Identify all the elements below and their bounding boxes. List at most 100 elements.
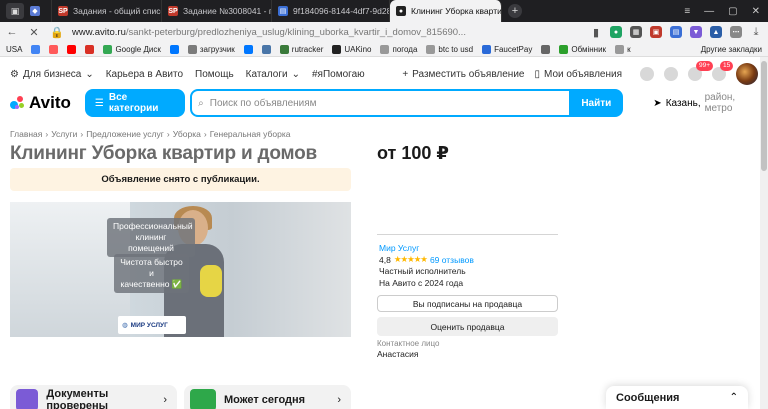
reviews-link[interactable]: 69 отзывов [430, 255, 474, 265]
stop-icon[interactable]: ✕ [28, 26, 40, 39]
cart-icon[interactable]: 15 [712, 61, 734, 81]
all-categories-button[interactable]: ☰ Все категории [84, 89, 186, 117]
place-ad-link[interactable]: + Разместить объявление [402, 69, 524, 80]
chevron-up-icon[interactable]: ⌃ [730, 392, 738, 403]
bookmark-item[interactable] [67, 44, 77, 54]
catalogs-link[interactable]: Каталоги ⌄ [246, 69, 300, 80]
bookmark-item[interactable] [49, 44, 59, 54]
breadcrumb-link[interactable]: Уборка [173, 129, 201, 139]
breadcrumb-link[interactable]: Услуги [51, 129, 77, 139]
bookmark-item[interactable]: USA [6, 45, 22, 54]
bookmark-item[interactable] [261, 44, 271, 54]
listing-photo[interactable]: Профессиональный клининг помещений Чисто… [10, 202, 351, 337]
bookmark-item[interactable] [31, 44, 41, 54]
available-today-card[interactable]: Может сегодня › [184, 385, 351, 409]
download-icon[interactable]: ⤓ [750, 26, 762, 39]
location-selector[interactable]: ➤ Казань, район, метро [653, 92, 760, 114]
url-path: /sankt-peterburg/predlozheniya_uslug/kli… [125, 26, 466, 38]
divider [377, 234, 558, 235]
subscribed-button[interactable]: Вы подписаны на продавца [377, 295, 558, 312]
nav-label: Карьера в Авито [105, 68, 184, 80]
career-link[interactable]: Карьера в Авито [106, 69, 183, 80]
business-link[interactable]: ⚙ Для бизнеса ⌄ [10, 69, 94, 80]
browser-menu-button[interactable]: ▣ [6, 3, 24, 19]
location-detail: район, метро [704, 92, 736, 114]
bookmark-item[interactable] [243, 44, 253, 54]
bookmark-item[interactable]: Обмінник [559, 44, 607, 54]
bookmark-item[interactable]: rutracker [279, 44, 323, 54]
extension-icon[interactable]: ▦ [630, 26, 642, 38]
extension-icon[interactable]: ▼ [690, 26, 702, 38]
new-tab-button[interactable]: + [508, 4, 522, 18]
promo-line: качественно ✅ [120, 279, 183, 289]
bookmark-item[interactable]: погода [380, 44, 418, 54]
extension-icon[interactable]: ⋯ [730, 26, 742, 38]
bookmark-item[interactable]: FaucetPay [482, 44, 533, 54]
breadcrumb-link[interactable]: Генеральная уборка [210, 129, 291, 139]
browser-tab[interactable]: SP Задание №3008041 - пров [162, 0, 272, 22]
tab-title: Клининг Уборка кварти [411, 6, 502, 16]
bookmark-item[interactable]: Google Диск [103, 44, 161, 54]
bookmark-item[interactable]: загрузчик [187, 44, 235, 54]
browser-tab[interactable]: SP Задания - общий список [52, 0, 162, 22]
document-icon: ▯ [534, 68, 540, 80]
bookmark-item[interactable] [85, 44, 95, 54]
bookmark-favicon-icon [380, 44, 390, 54]
menu-icon[interactable]: ≡ [684, 6, 690, 17]
find-button[interactable]: Найти [569, 89, 624, 117]
page-scrollbar[interactable] [760, 57, 768, 409]
extension-icon[interactable]: ▤ [670, 26, 682, 38]
seller-name-link[interactable]: Мир Услуг [379, 243, 419, 253]
documents-verified-card[interactable]: Документы проверены › [10, 385, 177, 409]
notifications-bell-icon[interactable] [664, 67, 678, 81]
breadcrumb-link[interactable]: Предложение услуг [86, 129, 164, 139]
extension-icon[interactable]: ● [610, 26, 622, 38]
other-bookmarks[interactable]: Другие закладки [701, 45, 762, 54]
browser-tab-active[interactable]: ● Клининг Уборка кварти ✕ [390, 0, 502, 22]
bookmark-label: Обмінник [571, 44, 607, 54]
bookmark-favicon-icon [261, 44, 271, 54]
bookmark-label: погода [392, 44, 418, 54]
url-field[interactable]: www.avito.ru/sankt-peterburg/predlozheni… [72, 27, 512, 38]
browser-tab-bar: ▣ ◆ SP Задания - общий список SP Задание… [0, 0, 768, 22]
ipomogayu-link[interactable]: #яПомогаю [312, 69, 365, 80]
browser-tab[interactable]: ◆ [24, 0, 52, 22]
maximize-icon[interactable]: ▢ [728, 6, 737, 17]
minimize-icon[interactable]: — [704, 6, 714, 17]
tab-title: Задания - общий список [73, 6, 162, 16]
nav-label: Помощь [195, 68, 234, 80]
card-label: Может сегодня [224, 394, 306, 406]
bookmark-item[interactable]: UAKino [332, 44, 371, 54]
avito-logo[interactable]: Avito [10, 93, 71, 113]
favorites-heart-icon[interactable] [640, 67, 654, 81]
messages-icon[interactable]: 99+ [688, 61, 714, 81]
bookmark-item[interactable]: btc to usd [426, 44, 473, 54]
mir-uslug-logo: ◍ МИР УСЛУГ [118, 316, 186, 334]
bookmark-label: FaucetPay [494, 44, 533, 54]
user-avatar[interactable] [736, 63, 758, 85]
my-ads-link[interactable]: ▯ Мои объявления [534, 69, 622, 80]
tab-favicon: SP [58, 6, 68, 16]
promo-text-box: Чистота быстро и качественно ✅ [114, 254, 189, 293]
site-top-nav: ⚙ Для бизнеса ⌄ Карьера в Авито Помощь Кат… [0, 61, 768, 85]
avito-logo-dots-icon [10, 96, 26, 110]
messages-panel[interactable]: Сообщения ⌃ [606, 386, 748, 409]
bookmark-item[interactable]: к [615, 44, 631, 54]
back-icon[interactable]: ← [6, 26, 18, 38]
browser-tab[interactable]: ▤ 9f184096-8144-4df7-9d28 [272, 0, 390, 22]
nav-label: Для бизнеса [22, 68, 82, 80]
search-input[interactable]: ⌕ Поиск по объявлениям [192, 98, 575, 109]
bookmark-item[interactable] [541, 44, 551, 54]
bookmark-icon[interactable]: ▮ [590, 26, 602, 39]
close-window-icon[interactable]: ✕ [752, 6, 760, 17]
help-link[interactable]: Помощь [195, 69, 234, 80]
extension-icon[interactable]: ▣ [650, 26, 662, 38]
cart-badge: 15 [720, 61, 734, 71]
lock-icon: 🔒 [50, 26, 64, 39]
extension-icon[interactable]: ▲ [710, 26, 722, 38]
scrollbar-thumb[interactable] [761, 61, 767, 171]
rate-seller-button[interactable]: Оценить продавца [377, 317, 558, 336]
breadcrumb-link[interactable]: Главная [10, 129, 42, 139]
bookmark-item[interactable] [169, 44, 179, 54]
search-box: ⌕ Поиск по объявлениям [190, 89, 578, 117]
